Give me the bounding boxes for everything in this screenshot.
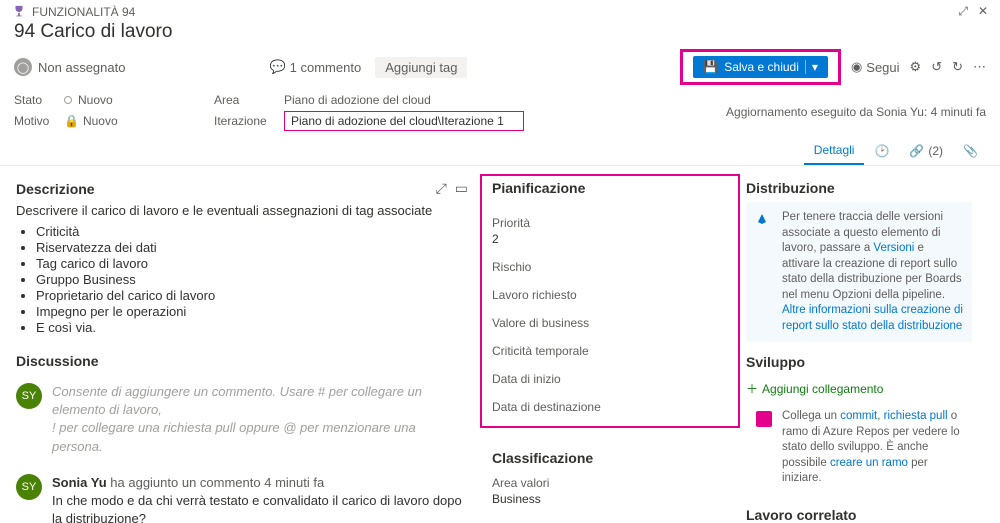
fullscreen-icon[interactable]: ▭ <box>455 180 468 197</box>
state-value[interactable]: Nuovo <box>64 93 214 107</box>
discussion-comment: Sonia Yu ha aggiunto un commento 4 minut… <box>52 474 468 523</box>
avatar: SY <box>16 474 42 500</box>
versions-link[interactable]: Versioni <box>873 242 914 254</box>
person-icon: ◯ <box>14 58 32 76</box>
rocket-icon <box>754 210 774 230</box>
valuearea-value[interactable]: Business <box>492 492 728 506</box>
add-tag-button[interactable]: Aggiungi tag <box>375 57 467 78</box>
edit-icon[interactable]: ⤢ <box>436 180 447 197</box>
assignee-picker[interactable]: ◯ Non assegnato <box>14 58 125 76</box>
save-highlight: 💾 Salva e chiudi ▾ <box>680 49 841 85</box>
description-bullets: Criticità Riservatezza dei dati Tag cari… <box>36 224 468 335</box>
iteration-label: Iterazione <box>214 114 284 128</box>
classification-heading: Classificazione <box>492 450 593 466</box>
reason-label: Motivo <box>14 114 64 128</box>
development-hint: Collega un commit, richiesta pull o ramo… <box>746 401 972 495</box>
area-label: Area <box>214 93 284 107</box>
effort-label[interactable]: Lavoro richiesto <box>492 288 728 302</box>
discussion-heading: Discussione <box>16 353 98 369</box>
gear-icon[interactable]: ⚙ <box>910 59 922 75</box>
follow-label: Segui <box>866 60 899 75</box>
history-icon: 🕑 <box>874 144 889 158</box>
tab-details[interactable]: Dettagli <box>804 137 865 165</box>
state-dot-icon <box>64 96 72 104</box>
targetdate-label[interactable]: Data di destinazione <box>492 400 728 414</box>
reason-value[interactable]: 🔒Nuovo <box>64 114 214 128</box>
link-icon: 🔗 <box>909 144 924 158</box>
follow-button[interactable]: ◉ Segui <box>851 59 900 75</box>
development-heading: Sviluppo <box>746 354 805 370</box>
breadcrumb: FUNZIONALITÀ 94 <box>32 5 135 19</box>
description-heading: Descrizione <box>16 181 95 197</box>
discussion-input[interactable]: Consente di aggiungere un commento. Usar… <box>52 383 468 456</box>
save-and-close-button[interactable]: 💾 Salva e chiudi ▾ <box>693 56 828 78</box>
save-icon: 💾 <box>703 60 718 74</box>
deployment-heading: Distribuzione <box>746 180 835 196</box>
timecrit-label[interactable]: Criticità temporale <box>492 344 728 358</box>
close-icon[interactable]: ✕ <box>978 4 988 19</box>
valuearea-label: Area valori <box>492 476 728 490</box>
page-title: 94 Carico di lavoro <box>0 19 1000 49</box>
dev-add-link[interactable]: ＋Aggiungi collegamento <box>746 380 972 397</box>
tab-links[interactable]: 🔗(2) <box>899 138 953 164</box>
risk-label[interactable]: Rischio <box>492 260 728 274</box>
bizvalue-label[interactable]: Valore di business <box>492 316 728 330</box>
comments-label: 1 commento <box>290 60 362 75</box>
comments-button[interactable]: 💬 1 commento <box>269 59 361 75</box>
comment-icon: 💬 <box>269 59 285 75</box>
updated-by-text: Aggiornamento eseguito da Sonia Yu: 4 mi… <box>726 105 986 119</box>
related-heading: Lavoro correlato <box>746 507 856 523</box>
redo-icon[interactable]: ↻ <box>952 59 963 75</box>
lock-icon: 🔒 <box>64 114 79 128</box>
avatar: SY <box>16 383 42 409</box>
chevron-down-icon[interactable]: ▾ <box>805 60 818 74</box>
state-label: Stato <box>14 93 64 107</box>
tab-history[interactable]: 🕑 <box>864 138 899 164</box>
undo-icon[interactable]: ↺ <box>931 59 942 75</box>
expand-icon[interactable]: ⤢ <box>958 4 968 19</box>
trophy-icon <box>12 5 26 19</box>
priority-value[interactable]: 2 <box>492 232 728 246</box>
more-icon[interactable]: ⋯ <box>973 59 986 75</box>
startdate-label[interactable]: Data di inizio <box>492 372 728 386</box>
repos-icon <box>754 409 774 429</box>
pr-link[interactable]: richiesta pull <box>884 410 948 422</box>
eye-icon: ◉ <box>851 59 862 75</box>
create-branch-link[interactable]: creare un ramo <box>830 457 908 469</box>
deployment-info: Per tenere traccia delle versioni associ… <box>746 202 972 342</box>
deployment-more-link[interactable]: Altre informazioni sulla creazione di re… <box>782 304 963 332</box>
planning-heading: Pianificazione <box>492 180 585 196</box>
description-text: Descrivere il carico di lavoro e le even… <box>16 203 468 218</box>
tab-attachments[interactable]: 📎 <box>953 138 988 164</box>
save-label: Salva e chiudi <box>724 60 799 74</box>
commit-link[interactable]: commit <box>840 410 877 422</box>
assignee-label: Non assegnato <box>38 60 125 75</box>
area-value[interactable]: Piano di adozione del cloud <box>284 93 544 107</box>
attachment-icon: 📎 <box>963 144 978 158</box>
plus-icon: ＋ <box>746 380 758 397</box>
priority-label: Priorità <box>492 216 728 230</box>
iteration-input[interactable] <box>284 111 524 131</box>
